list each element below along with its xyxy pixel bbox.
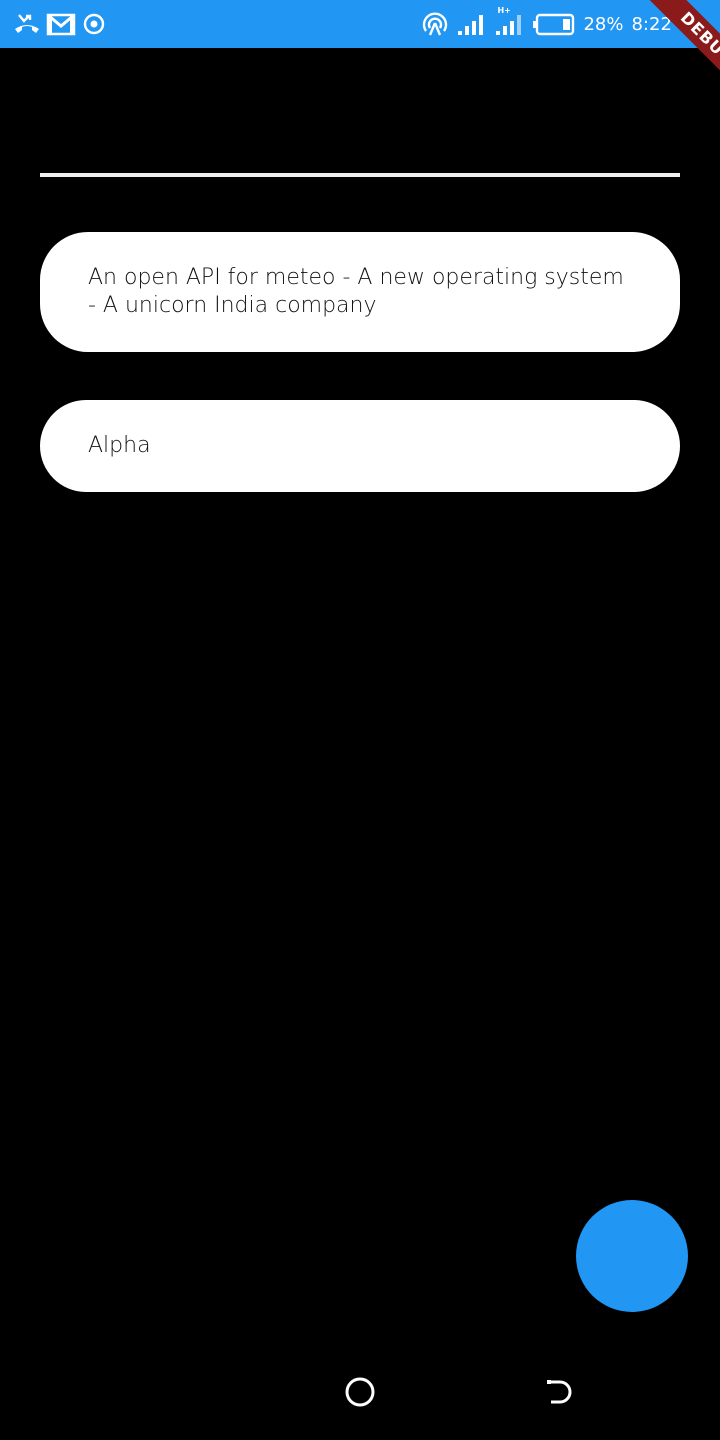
hotspot-icon: [421, 11, 449, 37]
battery-percent: 28%: [583, 13, 624, 35]
list-item[interactable]: An open API for meteo - A new operating …: [40, 232, 680, 352]
list-item[interactable]: Alpha: [40, 400, 680, 492]
network-type-label: H+: [497, 6, 511, 15]
sync-icon: [82, 12, 106, 36]
missed-call-icon: [14, 12, 40, 36]
floating-action-button[interactable]: [576, 1200, 688, 1312]
battery-icon: [533, 12, 575, 36]
status-bar: H+ 28% 8:22 PM: [0, 0, 720, 48]
signal-h-plus-icon: H+: [495, 6, 525, 36]
clock: 8:22 PM: [631, 13, 704, 35]
back-icon[interactable]: [543, 1376, 575, 1408]
status-bar-left: [14, 10, 106, 38]
list-item-text: Alpha: [88, 433, 151, 458]
status-bar-right: H+ 28% 8:22 PM: [421, 6, 704, 38]
list-item-text: An open API for meteo - A new operating …: [88, 265, 624, 318]
gmail-icon: [46, 12, 76, 36]
signal-icon: [457, 12, 487, 36]
divider: [40, 173, 680, 177]
navigation-bar: [0, 1344, 720, 1440]
home-icon[interactable]: [344, 1376, 376, 1408]
